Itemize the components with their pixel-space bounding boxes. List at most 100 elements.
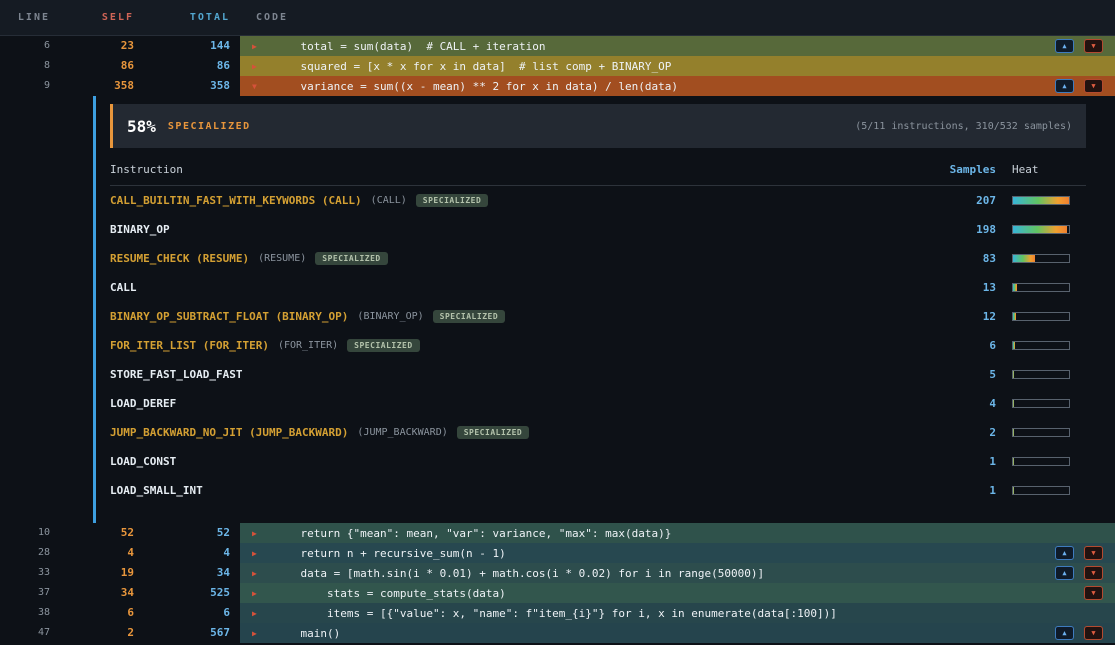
instruction-row[interactable]: LOAD_SMALL_INT 1	[110, 476, 1086, 505]
specialized-badge: SPECIALIZED	[347, 339, 419, 352]
move-up-button[interactable]: ▲	[1055, 39, 1074, 53]
instruction-samples: 207	[916, 194, 996, 207]
instruction-samples: 1	[916, 455, 996, 468]
code-cell[interactable]: ▶ data = [math.sin(i * 0.01) + math.cos(…	[240, 563, 1115, 583]
self-samples: 6	[60, 603, 144, 623]
instruction-name-cell: CALL_BUILTIN_FAST_WITH_KEYWORDS (CALL) (…	[110, 194, 916, 207]
summary-counts: (5/11 instructions, 310/532 samples)	[855, 121, 1072, 132]
instruction-row[interactable]: LOAD_CONST 1	[110, 447, 1086, 476]
move-up-button[interactable]: ▲	[1055, 566, 1074, 580]
heat-bar-track	[1012, 486, 1070, 495]
code-text: return {"mean": mean, "var": variance, "…	[274, 527, 1055, 540]
code-text: data = [math.sin(i * 0.01) + math.cos(i …	[274, 567, 1055, 580]
instruction-name: BINARY_OP_SUBTRACT_FLOAT (BINARY_OP)	[110, 310, 348, 323]
code-line-row[interactable]: 9 358 358 ▼ variance = sum((x - mean) **…	[0, 76, 1115, 96]
heat-bar-fill	[1013, 429, 1014, 436]
move-down-button[interactable]: ▼	[1084, 626, 1103, 640]
code-line-row[interactable]: 28 4 4 ▶ return n + recursive_sum(n - 1)…	[0, 543, 1115, 563]
heat-bar-fill	[1013, 458, 1014, 465]
total-samples: 6	[144, 603, 240, 623]
row-buttons: ▲ ▼	[1055, 566, 1103, 580]
instruction-samples: 6	[916, 339, 996, 352]
line-number: 28	[0, 543, 60, 563]
code-cell[interactable]: ▶ stats = compute_stats(data) ▲ ▼	[240, 583, 1115, 603]
instruction-name-cell: JUMP_BACKWARD_NO_JIT (JUMP_BACKWARD) (JU…	[110, 426, 916, 439]
move-up-button[interactable]: ▲	[1055, 546, 1074, 560]
move-up-button[interactable]: ▲	[1055, 626, 1074, 640]
instruction-name: CALL	[110, 281, 137, 294]
code-line-row[interactable]: 37 34 525 ▶ stats = compute_stats(data) …	[0, 583, 1115, 603]
specialized-badge: SPECIALIZED	[433, 310, 505, 323]
instruction-samples: 12	[916, 310, 996, 323]
code-line-row[interactable]: 6 23 144 ▶ total = sum(data) # CALL + it…	[0, 36, 1115, 56]
expand-arrow-icon[interactable]: ▶	[252, 62, 274, 71]
instruction-name-cell: STORE_FAST_LOAD_FAST	[110, 368, 916, 381]
code-text: return n + recursive_sum(n - 1)	[274, 547, 1055, 560]
move-down-button[interactable]: ▼	[1084, 586, 1103, 600]
expand-arrow-icon[interactable]: ▶	[252, 609, 274, 618]
code-line-row[interactable]: 38 6 6 ▶ items = [{"value": x, "name": f…	[0, 603, 1115, 623]
instruction-row[interactable]: CALL 13	[110, 273, 1086, 302]
self-samples: 4	[60, 543, 144, 563]
instruction-table-header: Instruction Samples Heat	[110, 154, 1086, 186]
row-buttons: ▲ ▼	[1055, 586, 1103, 600]
instruction-name: LOAD_SMALL_INT	[110, 484, 203, 497]
instruction-samples: 1	[916, 484, 996, 497]
column-header-heat: Heat	[996, 163, 1086, 176]
code-cell[interactable]: ▶ main() ▲ ▼	[240, 623, 1115, 643]
heat-bar	[996, 428, 1086, 437]
code-cell[interactable]: ▶ items = [{"value": x, "name": f"item_{…	[240, 603, 1115, 623]
instruction-row[interactable]: CALL_BUILTIN_FAST_WITH_KEYWORDS (CALL) (…	[110, 186, 1086, 215]
code-cell[interactable]: ▶ return {"mean": mean, "var": variance,…	[240, 523, 1115, 543]
expand-arrow-icon[interactable]: ▶	[252, 42, 274, 51]
line-number: 47	[0, 623, 60, 643]
code-line-row[interactable]: 10 52 52 ▶ return {"mean": mean, "var": …	[0, 523, 1115, 543]
heat-bar-fill	[1013, 342, 1015, 349]
total-samples: 4	[144, 543, 240, 563]
expand-arrow-icon[interactable]: ▶	[252, 629, 274, 638]
code-cell[interactable]: ▶ return n + recursive_sum(n - 1) ▲ ▼	[240, 543, 1115, 563]
instruction-row[interactable]: RESUME_CHECK (RESUME) (RESUME) SPECIALIZ…	[110, 244, 1086, 273]
row-buttons: ▲ ▼	[1055, 546, 1103, 560]
heat-bar	[996, 225, 1086, 234]
heat-bar-fill	[1013, 400, 1014, 407]
expand-arrow-icon[interactable]: ▶	[252, 589, 274, 598]
self-samples: 34	[60, 583, 144, 603]
instruction-name-cell: LOAD_SMALL_INT	[110, 484, 916, 497]
instruction-base-opcode: (BINARY_OP)	[357, 311, 423, 322]
instruction-name-cell: LOAD_CONST	[110, 455, 916, 468]
heat-bar-track	[1012, 225, 1070, 234]
move-up-button[interactable]: ▲	[1055, 79, 1074, 93]
expand-arrow-icon[interactable]: ▶	[252, 529, 274, 538]
heat-bar	[996, 457, 1086, 466]
move-down-button[interactable]: ▼	[1084, 79, 1103, 93]
heat-bar-track	[1012, 341, 1070, 350]
code-cell[interactable]: ▶ squared = [x * x for x in data] # list…	[240, 56, 1115, 76]
instruction-row[interactable]: STORE_FAST_LOAD_FAST 5	[110, 360, 1086, 389]
instruction-samples: 5	[916, 368, 996, 381]
self-samples: 358	[60, 76, 144, 96]
heat-bar-track	[1012, 283, 1070, 292]
expand-arrow-icon[interactable]: ▶	[252, 549, 274, 558]
code-line-row[interactable]: 8 86 86 ▶ squared = [x * x for x in data…	[0, 56, 1115, 76]
total-samples: 525	[144, 583, 240, 603]
row-buttons: ▲ ▼	[1055, 606, 1103, 620]
instruction-row[interactable]: LOAD_DEREF 4	[110, 389, 1086, 418]
code-line-row[interactable]: 47 2 567 ▶ main() ▲ ▼	[0, 623, 1115, 643]
heat-bar-track	[1012, 399, 1070, 408]
instruction-row[interactable]: BINARY_OP 198	[110, 215, 1086, 244]
move-down-button[interactable]: ▼	[1084, 39, 1103, 53]
heat-bar-fill	[1013, 313, 1016, 320]
move-down-button[interactable]: ▼	[1084, 546, 1103, 560]
expand-arrow-icon[interactable]: ▼	[252, 82, 274, 91]
instruction-row[interactable]: BINARY_OP_SUBTRACT_FLOAT (BINARY_OP) (BI…	[110, 302, 1086, 331]
instruction-row[interactable]: FOR_ITER_LIST (FOR_ITER) (FOR_ITER) SPEC…	[110, 331, 1086, 360]
code-cell[interactable]: ▶ total = sum(data) # CALL + iteration ▲…	[240, 36, 1115, 56]
expand-arrow-icon[interactable]: ▶	[252, 569, 274, 578]
code-cell[interactable]: ▼ variance = sum((x - mean) ** 2 for x i…	[240, 76, 1115, 96]
code-line-row[interactable]: 33 19 34 ▶ data = [math.sin(i * 0.01) + …	[0, 563, 1115, 583]
heat-bar	[996, 283, 1086, 292]
move-down-button[interactable]: ▼	[1084, 566, 1103, 580]
heat-bar-track	[1012, 254, 1070, 263]
instruction-row[interactable]: JUMP_BACKWARD_NO_JIT (JUMP_BACKWARD) (JU…	[110, 418, 1086, 447]
